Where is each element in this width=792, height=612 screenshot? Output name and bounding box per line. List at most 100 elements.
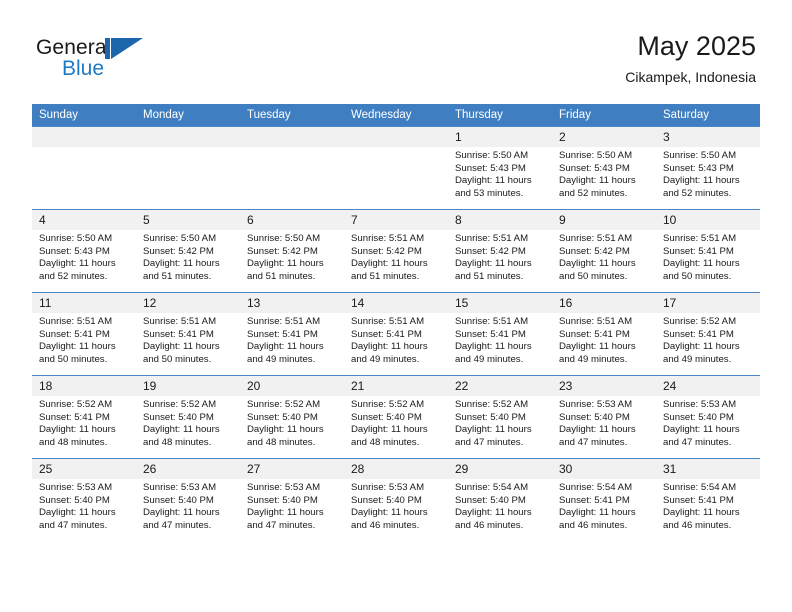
sunset-text: Sunset: 5:41 PM: [39, 411, 110, 423]
day-sun-info: Sunrise: 5:52 AM Sunset: 5:41 PM Daylight:…: [32, 396, 136, 449]
day-sun-info: Sunrise: 5:53 AM Sunset: 5:40 PM Daylight:…: [552, 396, 656, 449]
general-blue-logo[interactable]: General Blue: [36, 36, 156, 84]
day-number: 14: [344, 293, 448, 313]
sunset-text: Sunset: 5:42 PM: [559, 245, 630, 257]
calendar-day-cell[interactable]: 18 Sunrise: 5:52 AM Sunset: 5:41 PM Dayligh…: [32, 375, 136, 459]
sunrise-text: Sunrise: 5:50 AM: [455, 150, 529, 161]
sunrise-text: Sunrise: 5:51 AM: [455, 233, 529, 244]
sunset-text: Sunset: 5:40 PM: [143, 411, 214, 423]
calendar-day-cell[interactable]: 8 Sunrise: 5:51 AM Sunset: 5:42 PM Daylight…: [448, 209, 552, 293]
day-sun-info: Sunrise: 5:51 AM Sunset: 5:42 PM Daylight:…: [344, 230, 448, 283]
day-number: 8: [448, 210, 552, 230]
logo-text-blue: Blue: [62, 57, 105, 80]
sunset-text: Sunset: 5:40 PM: [351, 411, 422, 423]
calendar-week-row: 25 Sunrise: 5:53 AM Sunset: 5:40 PM Dayligh…: [32, 458, 760, 541]
calendar-day-cell[interactable]: 7 Sunrise: 5:51 AM Sunset: 5:42 PM Daylight…: [344, 209, 448, 293]
daylight-text: Daylight: 11 hours: [39, 258, 116, 270]
daylight-text-cont: and 51 minutes.: [143, 270, 212, 282]
weekday-header-sunday: Sunday: [32, 104, 136, 127]
calendar-day-cell[interactable]: 25 Sunrise: 5:53 AM Sunset: 5:40 PM Dayligh…: [32, 458, 136, 541]
calendar-day-cell[interactable]: 28 Sunrise: 5:53 AM Sunset: 5:40 PM Dayligh…: [344, 458, 448, 541]
day-sun-info: Sunrise: 5:52 AM Sunset: 5:40 PM Daylight:…: [448, 396, 552, 449]
calendar-day-cell[interactable]: 21 Sunrise: 5:52 AM Sunset: 5:40 PM Dayligh…: [344, 375, 448, 459]
sunrise-text: Sunrise: 5:51 AM: [455, 316, 529, 327]
daylight-text: Daylight: 11 hours: [559, 175, 636, 187]
daylight-text-cont: and 50 minutes.: [559, 270, 628, 282]
title-block: May 2025 Cikampek, Indonesia: [625, 30, 756, 86]
day-number: 16: [552, 293, 656, 313]
daylight-text-cont: and 50 minutes.: [143, 353, 212, 365]
day-number: 24: [656, 376, 760, 396]
daylight-text-cont: and 48 minutes.: [247, 436, 316, 448]
calendar-day-cell[interactable]: 30 Sunrise: 5:54 AM Sunset: 5:41 PM Dayligh…: [552, 458, 656, 541]
day-sun-info: Sunrise: 5:53 AM Sunset: 5:40 PM Daylight:…: [32, 479, 136, 532]
day-number: 23: [552, 376, 656, 396]
day-sun-info: Sunrise: 5:53 AM Sunset: 5:40 PM Daylight:…: [344, 479, 448, 532]
calendar-day-cell[interactable]: 3 Sunrise: 5:50 AM Sunset: 5:43 PM Daylight…: [656, 126, 760, 210]
day-sun-info: Sunrise: 5:51 AM Sunset: 5:41 PM Daylight:…: [344, 313, 448, 366]
calendar-day-cell[interactable]: 17 Sunrise: 5:52 AM Sunset: 5:41 PM Dayligh…: [656, 292, 760, 376]
day-number: 17: [656, 293, 760, 313]
calendar-day-cell[interactable]: 9 Sunrise: 5:51 AM Sunset: 5:42 PM Daylight…: [552, 209, 656, 293]
calendar-day-cell[interactable]: 22 Sunrise: 5:52 AM Sunset: 5:40 PM Dayligh…: [448, 375, 552, 459]
calendar-day-cell[interactable]: 14 Sunrise: 5:51 AM Sunset: 5:41 PM Dayligh…: [344, 292, 448, 376]
day-number: 9: [552, 210, 656, 230]
page-header: General Blue May 2025 Cikampek, Indonesi…: [0, 0, 792, 104]
calendar-day-cell[interactable]: 15 Sunrise: 5:51 AM Sunset: 5:41 PM Dayligh…: [448, 292, 552, 376]
calendar-day-cell[interactable]: 19 Sunrise: 5:52 AM Sunset: 5:40 PM Dayligh…: [136, 375, 240, 459]
calendar-day-cell[interactable]: 5 Sunrise: 5:50 AM Sunset: 5:42 PM Daylight…: [136, 209, 240, 293]
calendar-day-cell[interactable]: 16 Sunrise: 5:51 AM Sunset: 5:41 PM Dayligh…: [552, 292, 656, 376]
sunrise-text: Sunrise: 5:53 AM: [143, 482, 217, 493]
daylight-text-cont: and 52 minutes.: [663, 187, 732, 199]
calendar-day-cell[interactable]: 4 Sunrise: 5:50 AM Sunset: 5:43 PM Daylight…: [32, 209, 136, 293]
day-number: 1: [448, 127, 552, 147]
day-sun-info: Sunrise: 5:50 AM Sunset: 5:42 PM Daylight:…: [240, 230, 344, 283]
logo-triangle-shape: [111, 38, 143, 59]
calendar-day-cell[interactable]: 31 Sunrise: 5:54 AM Sunset: 5:41 PM Dayligh…: [656, 458, 760, 541]
calendar-day-cell[interactable]: 11 Sunrise: 5:51 AM Sunset: 5:41 PM Dayligh…: [32, 292, 136, 376]
calendar-day-cell[interactable]: 12 Sunrise: 5:51 AM Sunset: 5:41 PM Dayligh…: [136, 292, 240, 376]
day-number: 7: [344, 210, 448, 230]
calendar-day-cell[interactable]: 10 Sunrise: 5:51 AM Sunset: 5:41 PM Dayligh…: [656, 209, 760, 293]
day-sun-info: Sunrise: 5:50 AM Sunset: 5:43 PM Daylight:…: [32, 230, 136, 283]
weekday-header-monday: Monday: [136, 104, 240, 127]
day-sun-info: Sunrise: 5:50 AM Sunset: 5:42 PM Daylight:…: [136, 230, 240, 283]
day-number: 15: [448, 293, 552, 313]
day-number: 18: [32, 376, 136, 396]
sunset-text: Sunset: 5:40 PM: [247, 494, 318, 506]
sunset-text: Sunset: 5:41 PM: [663, 494, 734, 506]
sunrise-text: Sunrise: 5:50 AM: [39, 233, 113, 244]
sunrise-text: Sunrise: 5:52 AM: [455, 399, 529, 410]
sunrise-text: Sunrise: 5:53 AM: [39, 482, 113, 493]
calendar-week-row: 1 Sunrise: 5:50 AM Sunset: 5:43 PM Daylight…: [32, 126, 760, 210]
day-sun-info: Sunrise: 5:51 AM Sunset: 5:41 PM Daylight:…: [448, 313, 552, 366]
day-sun-info: Sunrise: 5:51 AM Sunset: 5:41 PM Daylight:…: [552, 313, 656, 366]
daylight-text: Daylight: 11 hours: [455, 507, 532, 519]
day-sun-info: Sunrise: 5:51 AM Sunset: 5:42 PM Daylight:…: [448, 230, 552, 283]
calendar-day-cell[interactable]: 27 Sunrise: 5:53 AM Sunset: 5:40 PM Dayligh…: [240, 458, 344, 541]
calendar-day-cell[interactable]: 6 Sunrise: 5:50 AM Sunset: 5:42 PM Daylight…: [240, 209, 344, 293]
sunrise-text: Sunrise: 5:51 AM: [351, 233, 425, 244]
sunrise-text: Sunrise: 5:50 AM: [143, 233, 217, 244]
sunrise-text: Sunrise: 5:53 AM: [247, 482, 321, 493]
daylight-text-cont: and 51 minutes.: [247, 270, 316, 282]
calendar-day-cell[interactable]: 13 Sunrise: 5:51 AM Sunset: 5:41 PM Dayligh…: [240, 292, 344, 376]
day-number: 11: [32, 293, 136, 313]
daylight-text-cont: and 47 minutes.: [455, 436, 524, 448]
calendar-day-cell[interactable]: 24 Sunrise: 5:53 AM Sunset: 5:40 PM Dayligh…: [656, 375, 760, 459]
daylight-text: Daylight: 11 hours: [39, 507, 116, 519]
calendar-day-cell[interactable]: 23 Sunrise: 5:53 AM Sunset: 5:40 PM Dayligh…: [552, 375, 656, 459]
sunset-text: Sunset: 5:40 PM: [39, 494, 110, 506]
day-sun-info: Sunrise: 5:51 AM Sunset: 5:41 PM Daylight:…: [656, 230, 760, 283]
calendar-day-cell[interactable]: 29 Sunrise: 5:54 AM Sunset: 5:40 PM Dayligh…: [448, 458, 552, 541]
calendar-day-cell[interactable]: 2 Sunrise: 5:50 AM Sunset: 5:43 PM Daylight…: [552, 126, 656, 210]
calendar-day-cell[interactable]: 1 Sunrise: 5:50 AM Sunset: 5:43 PM Daylight…: [448, 126, 552, 210]
daylight-text-cont: and 51 minutes.: [351, 270, 420, 282]
daylight-text-cont: and 48 minutes.: [143, 436, 212, 448]
day-sun-info: Sunrise: 5:54 AM Sunset: 5:41 PM Daylight:…: [656, 479, 760, 532]
calendar-week-row: 11 Sunrise: 5:51 AM Sunset: 5:41 PM Dayligh…: [32, 292, 760, 376]
calendar-day-cell[interactable]: 26 Sunrise: 5:53 AM Sunset: 5:40 PM Dayligh…: [136, 458, 240, 541]
calendar-day-cell[interactable]: 20 Sunrise: 5:52 AM Sunset: 5:40 PM Dayligh…: [240, 375, 344, 459]
day-number: 30: [552, 459, 656, 479]
sunset-text: Sunset: 5:40 PM: [351, 494, 422, 506]
